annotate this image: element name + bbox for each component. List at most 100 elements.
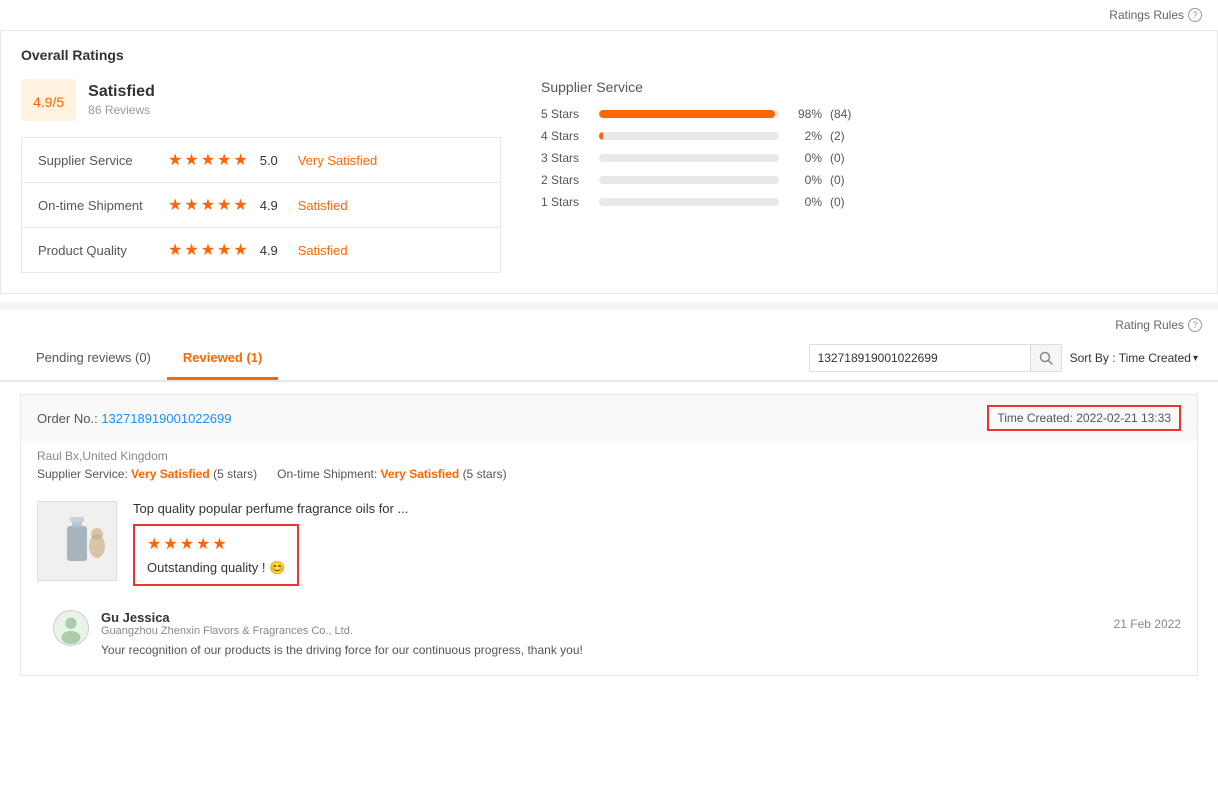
order-no-link[interactable]: 132718919001022699 xyxy=(101,411,231,426)
reply-text: Your recognition of our products is the … xyxy=(101,641,1181,659)
section-divider xyxy=(0,302,1218,310)
bar-label-5: 5 Stars xyxy=(541,107,591,121)
ontime-val: Very Satisfied xyxy=(381,467,460,481)
supplier-satisfaction: Very Satisfied xyxy=(298,153,378,168)
bar-row-4: 4 Stars 2% (2) xyxy=(541,129,1197,143)
quality-label: Product Quality xyxy=(38,243,168,258)
right-panel: Supplier Service 5 Stars 98% (84) 4 Star… xyxy=(541,79,1197,273)
reply-date: 21 Feb 2022 xyxy=(1114,617,1181,631)
review-product: Top quality popular perfume fragrance oi… xyxy=(21,489,1197,598)
review-meta: Raul Bx,United Kingdom Supplier Service:… xyxy=(21,441,1197,489)
score-info: Satisfied 86 Reviews xyxy=(88,83,155,117)
bar-pct-3: 0% xyxy=(787,151,822,165)
bar-count-5: (84) xyxy=(830,107,851,121)
bar-count-2: (0) xyxy=(830,173,845,187)
review-header: Order No.: 132718919001022699 Time Creat… xyxy=(21,395,1197,441)
shipment-label: On-time Shipment xyxy=(38,198,168,213)
bar-pct-2: 0% xyxy=(787,173,822,187)
star-1: ★ xyxy=(168,150,182,170)
bar-count-4: (2) xyxy=(830,129,845,143)
bar-label-4: 4 Stars xyxy=(541,129,591,143)
seller-reply: Gu Jessica Guangzhou Zhenxin Flavors & F… xyxy=(21,598,1197,675)
reviews-section: Rating Rules ? Pending reviews (0) Revie… xyxy=(0,310,1218,676)
supplier-service-meta-label: Supplier Service: xyxy=(37,467,131,481)
reviewer-location: Raul Bx,United Kingdom xyxy=(37,449,1181,463)
bar-pct-4: 2% xyxy=(787,129,822,143)
supplier-service-meta: Supplier Service: Very Satisfied (5 star… xyxy=(37,467,257,481)
bar-row-2: 2 Stars 0% (0) xyxy=(541,173,1197,187)
star-5: ★ xyxy=(233,195,247,215)
order-no-label: Order No.: xyxy=(37,411,98,426)
search-button[interactable] xyxy=(1030,345,1061,371)
bar-count-1: (0) xyxy=(830,195,845,209)
star-4: ★ xyxy=(217,195,231,215)
sort-label: Sort By : Time Created xyxy=(1070,351,1191,365)
star-3: ★ xyxy=(201,195,215,215)
supplier-label: Supplier Service xyxy=(38,153,168,168)
star-2: ★ xyxy=(184,195,198,215)
rating-row-quality: Product Quality ★ ★ ★ ★ ★ 4.9 Satisfied xyxy=(22,228,500,272)
bar-row-5: 5 Stars 98% (84) xyxy=(541,107,1197,121)
search-input[interactable] xyxy=(810,345,1030,371)
review-star-1: ★ xyxy=(147,534,161,554)
bar-label-1: 1 Stars xyxy=(541,195,591,209)
score-box: 4.9/5 xyxy=(21,79,76,121)
chevron-down-icon: ▾ xyxy=(1193,353,1198,364)
rating-row-supplier: Supplier Service ★ ★ ★ ★ ★ 5.0 Very Sati… xyxy=(22,138,500,183)
supplier-stars: ★ ★ ★ ★ ★ xyxy=(168,150,248,170)
review-content: Top quality popular perfume fragrance oi… xyxy=(133,501,1181,586)
bar-track-3 xyxy=(599,154,779,162)
star-2: ★ xyxy=(184,240,198,260)
tab-reviewed[interactable]: Reviewed (1) xyxy=(167,338,278,380)
ratings-content: 4.9/5 Satisfied 86 Reviews Supplier Serv… xyxy=(21,79,1197,273)
help-icon-top: ? xyxy=(1188,8,1202,22)
bar-label-3: 3 Stars xyxy=(541,151,591,165)
rating-row-shipment: On-time Shipment ★ ★ ★ ★ ★ 4.9 Satisfied xyxy=(22,183,500,228)
bar-track-1 xyxy=(599,198,779,206)
review-stars: ★ ★ ★ ★ ★ xyxy=(147,534,285,554)
star-2: ★ xyxy=(184,150,198,170)
star-3: ★ xyxy=(201,150,215,170)
search-sort: Sort By : Time Created ▾ xyxy=(809,336,1198,380)
ratings-rules-top-link[interactable]: Ratings Rules ? xyxy=(1109,8,1202,22)
bar-rows: 5 Stars 98% (84) 4 Stars 2% xyxy=(541,107,1197,209)
shipment-score: 4.9 xyxy=(260,198,288,213)
bar-pct-5: 98% xyxy=(787,107,822,121)
review-stars-box: ★ ★ ★ ★ ★ Outstanding quality ! 😊 xyxy=(133,524,299,586)
star-5: ★ xyxy=(233,150,247,170)
rating-rows: Supplier Service ★ ★ ★ ★ ★ 5.0 Very Sati… xyxy=(21,137,501,273)
ratings-rules-top-label: Ratings Rules xyxy=(1109,8,1184,22)
review-text: Outstanding quality ! 😊 xyxy=(147,560,285,576)
supplier-service-title: Supplier Service xyxy=(541,79,1197,95)
review-card: Order No.: 132718919001022699 Time Creat… xyxy=(20,394,1198,676)
supplier-score: 5.0 xyxy=(260,153,288,168)
product-title: Top quality popular perfume fragrance oi… xyxy=(133,501,1181,516)
star-1: ★ xyxy=(168,240,182,260)
bar-pct-1: 0% xyxy=(787,195,822,209)
ontime-shipment-meta: On-time Shipment: Very Satisfied (5 star… xyxy=(277,467,506,481)
overall-ratings-title: Overall Ratings xyxy=(21,47,1197,63)
top-bar: Ratings Rules ? xyxy=(0,0,1218,30)
star-1: ★ xyxy=(168,195,182,215)
score-value: 4.9 xyxy=(33,94,52,110)
quality-score: 4.9 xyxy=(260,243,288,258)
bar-row-3: 3 Stars 0% (0) xyxy=(541,151,1197,165)
sort-dropdown[interactable]: Sort By : Time Created ▾ xyxy=(1070,351,1198,365)
rating-rules-link[interactable]: Rating Rules ? xyxy=(1115,318,1202,332)
seller-identity: Gu Jessica Guangzhou Zhenxin Flavors & F… xyxy=(101,610,353,637)
supplier-service-meta-val: Very Satisfied xyxy=(131,467,210,481)
supplier-service-meta-stars: (5 stars) xyxy=(213,467,257,481)
reviews-top-bar: Rating Rules ? xyxy=(0,310,1218,336)
service-ratings: Supplier Service: Very Satisfied (5 star… xyxy=(37,467,1181,481)
review-star-2: ★ xyxy=(163,534,177,554)
bar-row-1: 1 Stars 0% (0) xyxy=(541,195,1197,209)
review-star-3: ★ xyxy=(180,534,194,554)
quality-stars: ★ ★ ★ ★ ★ xyxy=(168,240,248,260)
order-no: Order No.: 132718919001022699 xyxy=(37,411,231,426)
overall-ratings-section: Overall Ratings 4.9/5 Satisfied 86 Revie… xyxy=(0,30,1218,294)
shipment-stars: ★ ★ ★ ★ ★ xyxy=(168,195,248,215)
score-denom: /5 xyxy=(52,94,64,110)
bar-count-3: (0) xyxy=(830,151,845,165)
score-label: Satisfied xyxy=(88,83,155,101)
tab-pending[interactable]: Pending reviews (0) xyxy=(20,338,167,380)
